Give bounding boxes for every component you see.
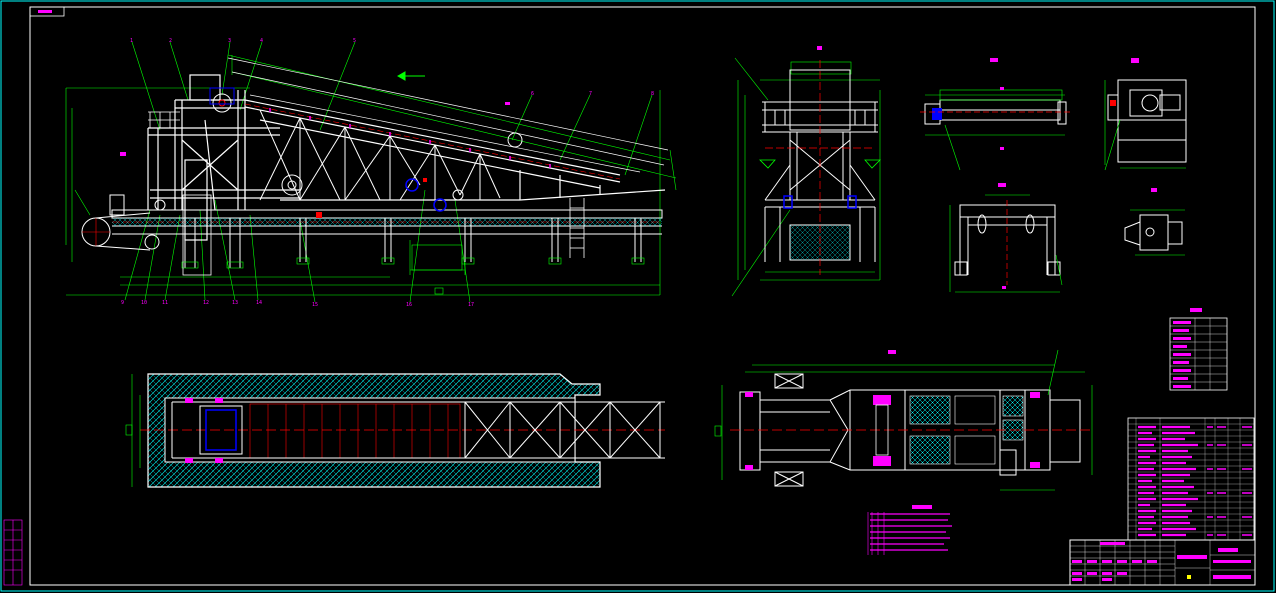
svg-text:8: 8: [651, 91, 654, 97]
svg-text:17: 17: [468, 302, 474, 308]
svg-text:2: 2: [169, 38, 172, 44]
technical-notes: [867, 505, 952, 555]
svg-text:12: 12: [203, 300, 209, 306]
detail-roller-view: [920, 58, 1070, 171]
svg-text:14: 14: [256, 300, 262, 306]
svg-text:16: 16: [406, 302, 412, 308]
end-elevation-view: [731, 46, 881, 297]
svg-text:10: 10: [141, 300, 147, 306]
parameter-table: [1169, 308, 1228, 391]
svg-text:5: 5: [353, 38, 356, 44]
svg-text:3: 3: [228, 38, 231, 44]
cad-drawing-sheet: 123 4 56 78 9 10 11 12 13 14 15 16 17: [0, 0, 1275, 592]
svg-text:1: 1: [130, 38, 133, 44]
title-block: [1069, 539, 1256, 586]
svg-text:7: 7: [589, 91, 592, 97]
svg-text:13: 13: [232, 300, 238, 306]
svg-text:11: 11: [162, 300, 168, 306]
plan-view-frame: [714, 349, 1093, 491]
detail-bracket-view: [949, 183, 1063, 293]
detail-drive-view: [1104, 58, 1187, 171]
drawing-frame: [0, 0, 1275, 592]
left-margin-stamp: [3, 519, 23, 586]
svg-text:6: 6: [531, 91, 534, 97]
parts-list: [1127, 417, 1255, 541]
svg-text:15: 15: [312, 302, 318, 308]
side-elevation-view: 123 4 56 78 9 10 11 12 13 14 15 16 17: [65, 38, 677, 308]
plan-view: [125, 373, 665, 488]
svg-text:9: 9: [121, 300, 124, 306]
svg-text:4: 4: [260, 38, 263, 44]
detail-small-view: [1124, 188, 1185, 256]
